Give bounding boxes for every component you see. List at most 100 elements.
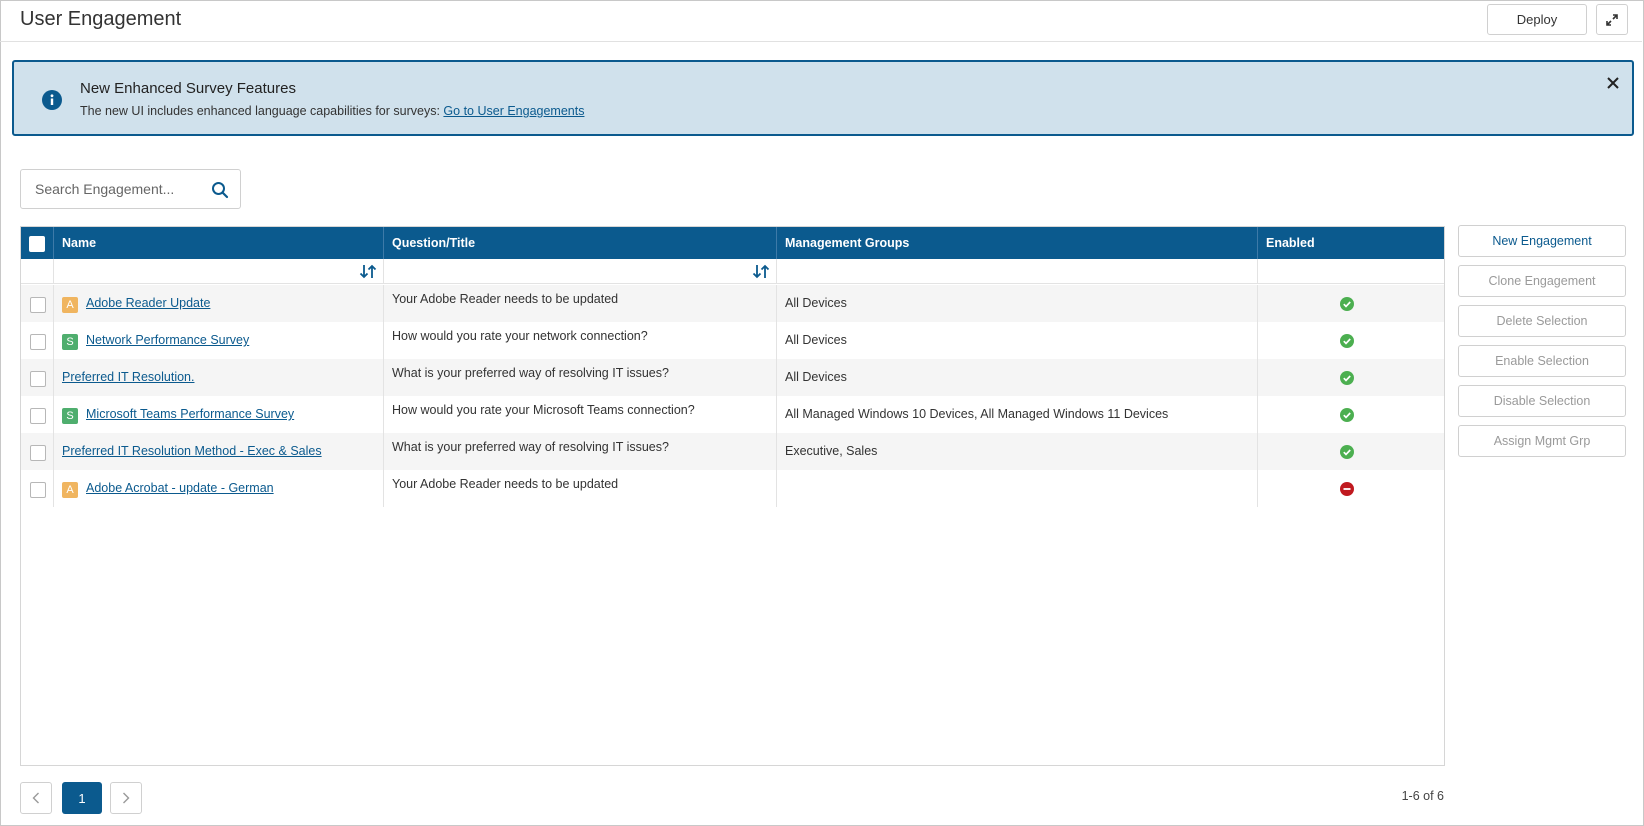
enabled-check-icon bbox=[1340, 445, 1354, 459]
row-select-cell bbox=[21, 285, 54, 322]
assign-mgmt-grp-button[interactable]: Assign Mgmt Grp bbox=[1458, 425, 1626, 457]
question-cell: Your Adobe Reader needs to be updated bbox=[384, 470, 777, 507]
row-checkbox[interactable] bbox=[30, 334, 46, 350]
enabled-cell bbox=[1258, 285, 1444, 322]
enabled-cell bbox=[1258, 359, 1444, 396]
disabled-status-icon bbox=[1340, 482, 1354, 496]
name-cell: Preferred IT Resolution Method - Exec & … bbox=[54, 433, 384, 470]
question-cell: How would you rate your Microsoft Teams … bbox=[384, 396, 777, 433]
filter-cell-enabled bbox=[1258, 259, 1444, 284]
enabled-check-icon bbox=[1340, 334, 1354, 348]
column-header-enabled[interactable]: Enabled bbox=[1258, 227, 1444, 259]
filter-cell-name bbox=[54, 259, 384, 284]
question-text: Your Adobe Reader needs to be updated bbox=[392, 477, 619, 491]
groups-text: All Devices bbox=[785, 296, 847, 310]
disable-selection-button[interactable]: Disable Selection bbox=[1458, 385, 1626, 417]
groups-text: All Devices bbox=[785, 333, 847, 347]
go-to-user-engagements-link[interactable]: Go to User Engagements bbox=[443, 104, 584, 118]
groups-cell: All Devices bbox=[777, 285, 1258, 322]
close-icon bbox=[1607, 77, 1619, 89]
banner-close-button[interactable] bbox=[1604, 74, 1622, 92]
engagement-name-link[interactable]: Network Performance Survey bbox=[86, 333, 249, 347]
column-header-question[interactable]: Question/Title bbox=[384, 227, 777, 259]
row-checkbox[interactable] bbox=[30, 445, 46, 461]
type-badge: S bbox=[62, 408, 78, 424]
question-text: How would you rate your network connecti… bbox=[392, 329, 648, 343]
delete-selection-button[interactable]: Delete Selection bbox=[1458, 305, 1626, 337]
info-icon bbox=[42, 90, 62, 110]
row-checkbox[interactable] bbox=[30, 297, 46, 313]
table-row[interactable]: Preferred IT Resolution. What is your pr… bbox=[21, 359, 1444, 396]
filter-row bbox=[21, 259, 1444, 284]
groups-cell: All Devices bbox=[777, 359, 1258, 396]
table-row[interactable]: A Adobe Acrobat - update - German Your A… bbox=[21, 470, 1444, 507]
row-select-cell bbox=[21, 396, 54, 433]
table-row[interactable]: Preferred IT Resolution Method - Exec & … bbox=[21, 433, 1444, 470]
engagement-name-link[interactable]: Preferred IT Resolution Method - Exec & … bbox=[62, 444, 322, 458]
enabled-cell bbox=[1258, 396, 1444, 433]
question-cell: Your Adobe Reader needs to be updated bbox=[384, 285, 777, 322]
enabled-cell bbox=[1258, 470, 1444, 507]
filter-cell-groups bbox=[777, 259, 1258, 284]
groups-text: All Devices bbox=[785, 370, 847, 384]
header-select-cell bbox=[21, 227, 54, 259]
question-text: What is your preferred way of resolving … bbox=[392, 366, 669, 380]
sort-icon[interactable] bbox=[358, 263, 378, 280]
row-checkbox[interactable] bbox=[30, 482, 46, 498]
question-text: Your Adobe Reader needs to be updated bbox=[392, 292, 619, 306]
search-input[interactable] bbox=[35, 179, 195, 199]
groups-cell: All Managed Windows 10 Devices, All Mana… bbox=[777, 396, 1258, 433]
pagination-summary: 1-6 of 6 bbox=[1401, 789, 1444, 803]
row-select-cell bbox=[21, 359, 54, 396]
banner-message: The new UI includes enhanced language ca… bbox=[80, 104, 444, 118]
previous-page-button[interactable] bbox=[20, 782, 52, 814]
sort-icon[interactable] bbox=[751, 263, 771, 280]
enable-selection-button[interactable]: Enable Selection bbox=[1458, 345, 1626, 377]
table-row[interactable]: S Network Performance Survey How would y… bbox=[21, 322, 1444, 359]
chevron-right-icon bbox=[123, 792, 130, 804]
banner-title: New Enhanced Survey Features bbox=[80, 80, 296, 97]
question-text: What is your preferred way of resolving … bbox=[392, 440, 669, 454]
engagement-name-link[interactable]: Adobe Acrobat - update - German bbox=[86, 481, 274, 495]
groups-text: Executive, Sales bbox=[785, 444, 878, 458]
new-engagement-button[interactable]: New Engagement bbox=[1458, 225, 1626, 257]
search-box bbox=[20, 169, 241, 209]
column-header-management-groups[interactable]: Management Groups bbox=[777, 227, 1258, 259]
engagement-name-link[interactable]: Microsoft Teams Performance Survey bbox=[86, 407, 294, 421]
current-page-button[interactable]: 1 bbox=[62, 782, 102, 814]
enabled-cell bbox=[1258, 433, 1444, 470]
expand-button[interactable] bbox=[1596, 4, 1628, 35]
enabled-check-icon bbox=[1340, 371, 1354, 385]
clone-engagement-button[interactable]: Clone Engagement bbox=[1458, 265, 1626, 297]
select-all-checkbox[interactable] bbox=[29, 236, 45, 252]
groups-cell: All Devices bbox=[777, 322, 1258, 359]
question-cell: What is your preferred way of resolving … bbox=[384, 433, 777, 470]
table-row[interactable]: A Adobe Reader Update Your Adobe Reader … bbox=[21, 285, 1444, 322]
enabled-check-icon bbox=[1340, 297, 1354, 311]
engagement-table: Name Question/Title Management Groups En… bbox=[20, 226, 1445, 766]
page-title: User Engagement bbox=[20, 8, 182, 30]
groups-cell bbox=[777, 470, 1258, 507]
next-page-button[interactable] bbox=[110, 782, 142, 814]
enabled-check-icon bbox=[1340, 408, 1354, 422]
enabled-cell bbox=[1258, 322, 1444, 359]
name-cell: A Adobe Reader Update bbox=[54, 285, 384, 322]
engagement-name-link[interactable]: Adobe Reader Update bbox=[86, 296, 210, 310]
row-select-cell bbox=[21, 433, 54, 470]
search-icon[interactable] bbox=[211, 181, 229, 199]
name-cell: A Adobe Acrobat - update - German bbox=[54, 470, 384, 507]
question-cell: How would you rate your network connecti… bbox=[384, 322, 777, 359]
chevron-left-icon bbox=[32, 792, 39, 804]
filter-cell bbox=[21, 259, 54, 284]
type-badge: S bbox=[62, 334, 78, 350]
row-checkbox[interactable] bbox=[30, 371, 46, 387]
name-cell: S Network Performance Survey bbox=[54, 322, 384, 359]
info-banner: New Enhanced Survey Features The new UI … bbox=[12, 60, 1634, 136]
type-badge: A bbox=[62, 482, 78, 498]
deploy-button[interactable]: Deploy bbox=[1487, 4, 1587, 35]
table-row[interactable]: S Microsoft Teams Performance Survey How… bbox=[21, 396, 1444, 433]
column-header-name[interactable]: Name bbox=[54, 227, 384, 259]
row-checkbox[interactable] bbox=[30, 408, 46, 424]
engagement-name-link[interactable]: Preferred IT Resolution. bbox=[62, 370, 194, 384]
groups-text: All Managed Windows 10 Devices, All Mana… bbox=[785, 407, 1169, 421]
